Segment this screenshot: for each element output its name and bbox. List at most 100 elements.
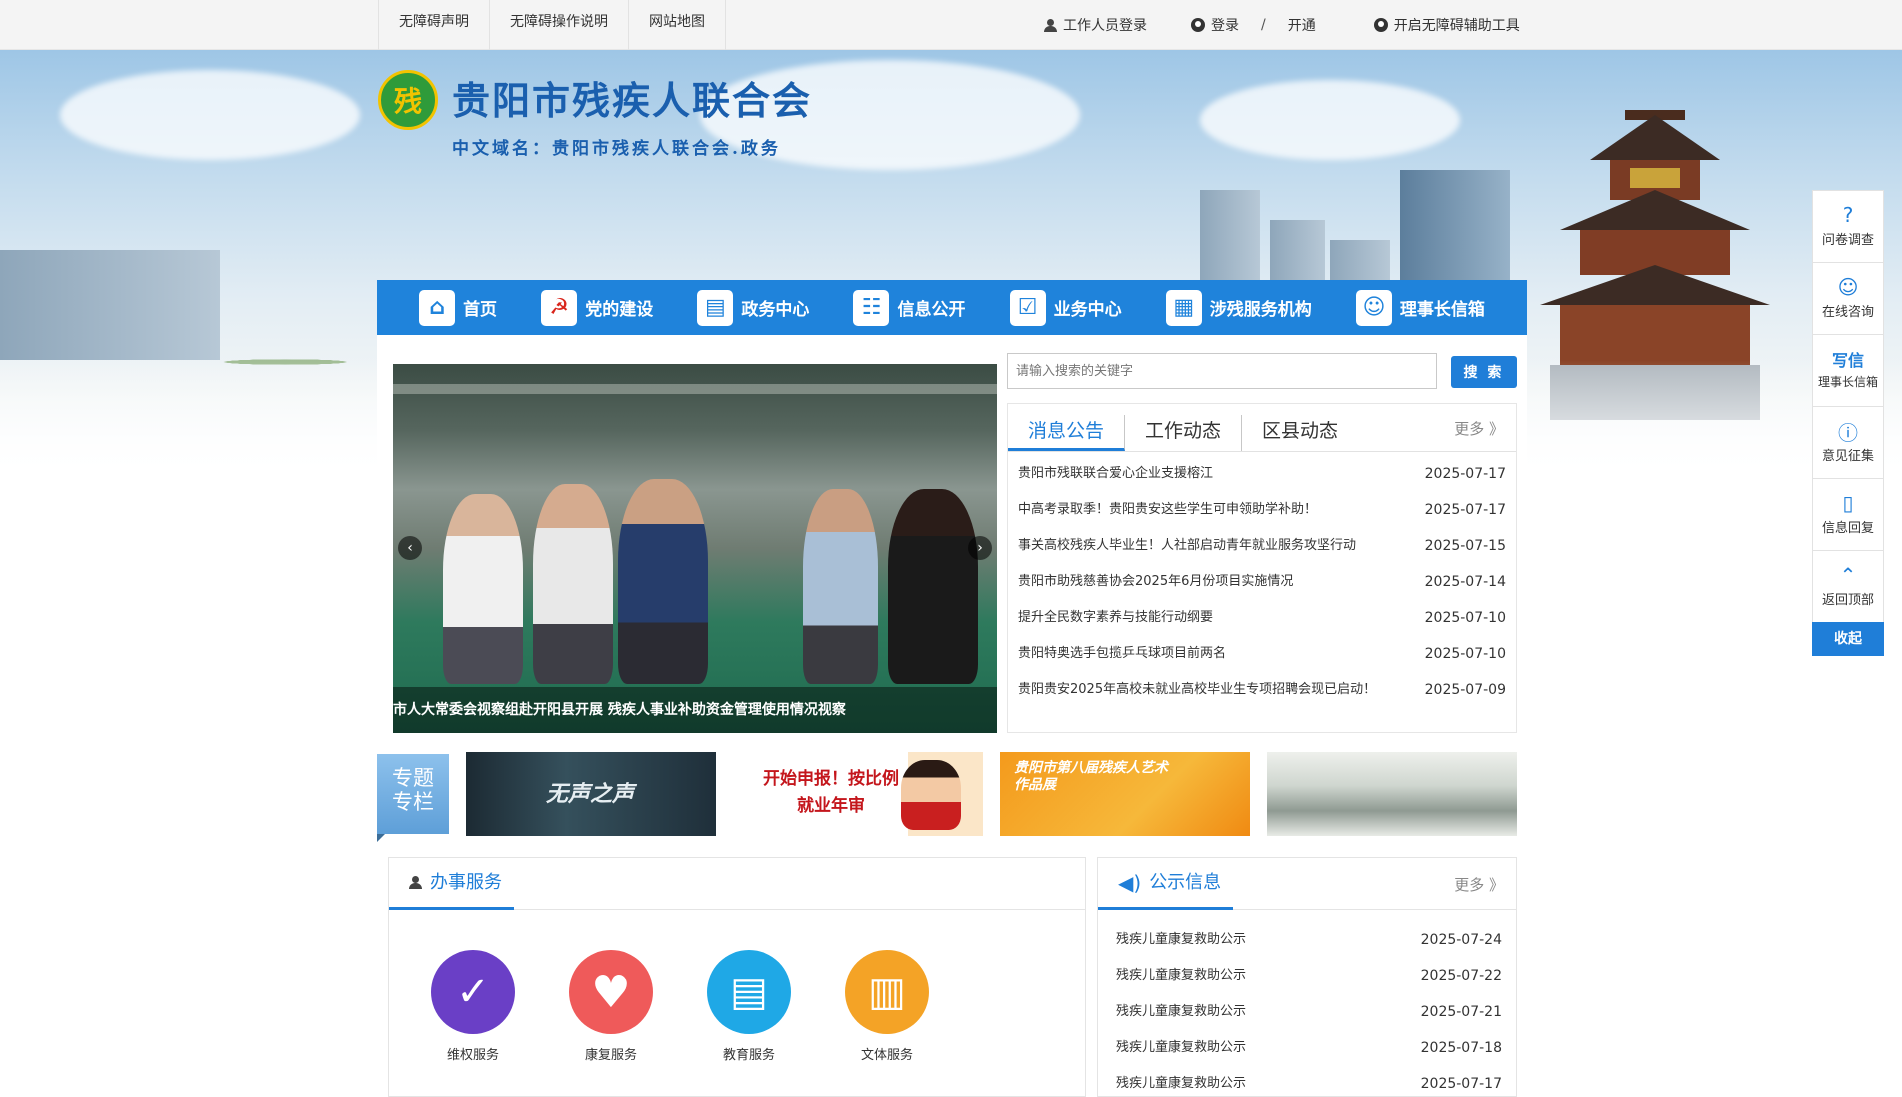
float-back-to-top[interactable]: ⌃ 返回顶部 bbox=[1812, 550, 1884, 622]
search-button[interactable]: 搜 索 bbox=[1451, 356, 1517, 388]
cloud bbox=[1200, 80, 1460, 160]
cloud bbox=[60, 70, 360, 160]
nav-business-center[interactable]: ☑ 业务中心 bbox=[1009, 289, 1122, 326]
list-item[interactable]: 贵阳特奥选手包揽乒乓球项目前两名 2025-07-10 bbox=[1018, 636, 1506, 672]
nav-party-building[interactable]: ☭ 党的建设 bbox=[541, 289, 653, 326]
ceiling-light bbox=[393, 384, 997, 394]
shield-check-icon: ✓ bbox=[431, 950, 515, 1034]
login-link[interactable]: 登录 bbox=[1191, 15, 1239, 35]
question-icon: ? bbox=[1842, 203, 1854, 227]
user-circle-icon bbox=[1191, 18, 1205, 32]
document-search-icon: ☷ bbox=[853, 289, 890, 326]
list-item[interactable]: 提升全民数字素养与技能行动纲要 2025-07-10 bbox=[1018, 600, 1506, 636]
float-director-mailbox[interactable]: 写信 理事长信箱 bbox=[1812, 334, 1884, 406]
nav-home[interactable]: ⌂ 首页 bbox=[419, 289, 497, 326]
phone-icon: ▯ bbox=[1842, 491, 1854, 515]
list-item[interactable]: 贵阳市残联联合爱心企业支援榕江 2025-07-17 bbox=[1018, 456, 1506, 492]
accessibility-guide-link[interactable]: 无障碍操作说明 bbox=[490, 0, 629, 50]
special-thumb-landscape-painting[interactable] bbox=[1267, 752, 1517, 836]
list-item[interactable]: 残疾儿童康复救助公示 2025-07-21 bbox=[1098, 994, 1516, 1030]
notice-header: ◀) 公示信息 更多 》 bbox=[1098, 858, 1516, 910]
tab-announcements[interactable]: 消息公告 bbox=[1008, 415, 1126, 451]
list-item[interactable]: 事关高校残疾人毕业生！人社部启动青年就业服务攻坚行动 2025-07-15 bbox=[1018, 528, 1506, 564]
slider-figure bbox=[533, 484, 613, 684]
notice-title: ◀) 公示信息 bbox=[1098, 858, 1234, 910]
site-title: 贵阳市残疾人联合会 bbox=[452, 78, 813, 123]
heart-icon: ♥ bbox=[569, 950, 653, 1034]
register-link[interactable]: 开通 bbox=[1288, 15, 1316, 35]
chat-bot-icon: ☺ bbox=[1837, 275, 1859, 299]
mailbox-person-icon: ☺ bbox=[1355, 289, 1392, 326]
services-title: 办事服务 bbox=[389, 858, 514, 910]
float-info-reply[interactable]: ▯ 信息回复 bbox=[1812, 478, 1884, 550]
person-icon bbox=[409, 876, 422, 889]
nav-information-disclosure[interactable]: ☷ 信息公开 bbox=[853, 289, 965, 326]
slider-caption[interactable]: 市人大常委会视察组赴开阳县开展 残疾人事业补助资金管理使用情况视察 bbox=[393, 687, 997, 733]
notice-panel: ◀) 公示信息 更多 》 残疾儿童康复救助公示 2025-07-24 残疾儿童康复… bbox=[1097, 857, 1517, 1097]
site-logo[interactable]: 残 bbox=[378, 70, 438, 130]
book-icon: ▤ bbox=[697, 289, 734, 326]
party-emblem-icon: ☭ bbox=[541, 289, 578, 326]
float-online-consult[interactable]: ☺ 在线咨询 bbox=[1812, 262, 1884, 334]
service-culture-sports[interactable]: ▥ 文体服务 bbox=[845, 950, 929, 1063]
search-input[interactable] bbox=[1007, 353, 1437, 389]
top-bar: 无障碍声明 无障碍操作说明 网站地图 工作人员登录 登录 / 开通 开启无障碍辅… bbox=[0, 0, 1902, 50]
float-collapse-button[interactable]: 收起 bbox=[1812, 622, 1884, 656]
open-book-icon: ▥ bbox=[845, 950, 929, 1034]
chinese-domain-name: 中文域名：贵阳市残疾人联合会.政务 bbox=[452, 139, 781, 159]
right-float-bar: ? 问卷调查 ☺ 在线咨询 写信 理事长信箱 ⓘ 意见征集 ▯ 信息回复 ⌃ 返回顶部 收起 bbox=[1812, 190, 1884, 656]
special-column-label[interactable]: 专题 专栏 bbox=[377, 754, 449, 842]
service-rehabilitation[interactable]: ♥ 康复服务 bbox=[569, 950, 653, 1063]
top-right-tools: 工作人员登录 登录 / 开通 开启无障碍辅助工具 bbox=[1044, 0, 1520, 50]
accessibility-statement-link[interactable]: 无障碍声明 bbox=[378, 0, 490, 50]
news-list: 贵阳市残联联合爱心企业支援榕江 2025-07-17 中高考录取季！贵阳贵安这些学… bbox=[1008, 452, 1516, 708]
top-links: 无障碍声明 无障碍操作说明 网站地图 bbox=[378, 0, 726, 50]
news-tabs: 消息公告 工作动态 区县动态 更多 》 bbox=[1008, 404, 1516, 452]
home-icon: ⌂ bbox=[419, 289, 456, 326]
special-thumb-art-exhibition[interactable]: 贵阳市第八届残疾人艺术作品展 bbox=[1000, 752, 1250, 836]
slider-figure bbox=[618, 479, 708, 684]
staff-login-link[interactable]: 工作人员登录 bbox=[1044, 15, 1147, 35]
main-nav: ⌂ 首页 ☭ 党的建设 ▤ 政务中心 ☷ 信息公开 ☑ 业务中心 ▦ 涉残服务机… bbox=[377, 280, 1527, 335]
institution-icon: ▦ bbox=[1165, 289, 1202, 326]
float-opinion-collection[interactable]: ⓘ 意见征集 bbox=[1812, 406, 1884, 478]
list-item[interactable]: 残疾儿童康复救助公示 2025-07-18 bbox=[1098, 1030, 1516, 1066]
accessibility-tool-link[interactable]: 开启无障碍辅助工具 bbox=[1373, 15, 1520, 35]
list-item[interactable]: 贵阳市助残慈善协会2025年6月份项目实施情况 2025-07-14 bbox=[1018, 564, 1506, 600]
special-thumb-silent-voice[interactable]: 无声之声 bbox=[466, 752, 716, 836]
service-education[interactable]: ▤ 教育服务 bbox=[707, 950, 791, 1063]
nav-service-institutions[interactable]: ▦ 涉残服务机构 bbox=[1165, 289, 1312, 326]
tab-work-updates[interactable]: 工作动态 bbox=[1125, 415, 1243, 451]
services-header: 办事服务 bbox=[389, 858, 1085, 910]
slider-prev-button[interactable]: ‹ bbox=[398, 536, 422, 560]
info-icon: ⓘ bbox=[1838, 420, 1858, 445]
list-item[interactable]: 残疾儿童康复救助公示 2025-07-22 bbox=[1098, 958, 1516, 994]
slider-figure bbox=[443, 494, 523, 684]
arrow-up-icon: ⌃ bbox=[1839, 563, 1857, 587]
user-icon bbox=[1044, 18, 1057, 32]
list-item[interactable]: 中高考录取季！贵阳贵安这些学生可申领助学补助！ 2025-07-17 bbox=[1018, 492, 1506, 528]
book-icon: ▤ bbox=[707, 950, 791, 1034]
special-thumb-employment-review[interactable]: 开始申报！按比例就业年审 bbox=[733, 752, 983, 836]
sitemap-link[interactable]: 网站地图 bbox=[629, 0, 726, 50]
notice-list: 残疾儿童康复救助公示 2025-07-24 残疾儿童康复救助公示 2025-07-2… bbox=[1098, 910, 1516, 1096]
list-item[interactable]: 残疾儿童康复救助公示 2025-07-17 bbox=[1098, 1066, 1516, 1096]
slider-figure bbox=[803, 489, 878, 684]
news-more-link[interactable]: 更多 》 bbox=[1454, 418, 1504, 439]
slider-next-button[interactable]: › bbox=[968, 536, 992, 560]
services-panel: 办事服务 ✓ 维权服务 ♥ 康复服务 ▤ 教育服务 ▥ 文体服务 bbox=[388, 857, 1086, 1097]
news-slider[interactable]: ‹ › 市人大常委会视察组赴开阳县开展 残疾人事业补助资金管理使用情况视察 bbox=[393, 364, 997, 733]
list-item[interactable]: 残疾儿童康复救助公示 2025-07-24 bbox=[1098, 922, 1516, 958]
nav-government-center[interactable]: ▤ 政务中心 bbox=[697, 289, 809, 326]
accessibility-icon bbox=[1373, 18, 1388, 32]
write-letter-icon: 写信 bbox=[1831, 351, 1864, 370]
login-separator: / bbox=[1261, 17, 1266, 33]
notice-more-link[interactable]: 更多 》 bbox=[1454, 874, 1504, 895]
tab-district-updates[interactable]: 区县动态 bbox=[1242, 415, 1358, 451]
service-rights-protection[interactable]: ✓ 维权服务 bbox=[431, 950, 515, 1063]
float-survey[interactable]: ? 问卷调查 bbox=[1812, 190, 1884, 262]
cartoon-figure bbox=[901, 760, 961, 830]
speaker-icon: ◀) bbox=[1118, 870, 1142, 895]
list-item[interactable]: 贵阳贵安2025年高校未就业高校毕业生专项招聘会现已启动！ 2025-07-09 bbox=[1018, 672, 1506, 708]
nav-director-mailbox[interactable]: ☺ 理事长信箱 bbox=[1355, 289, 1485, 326]
